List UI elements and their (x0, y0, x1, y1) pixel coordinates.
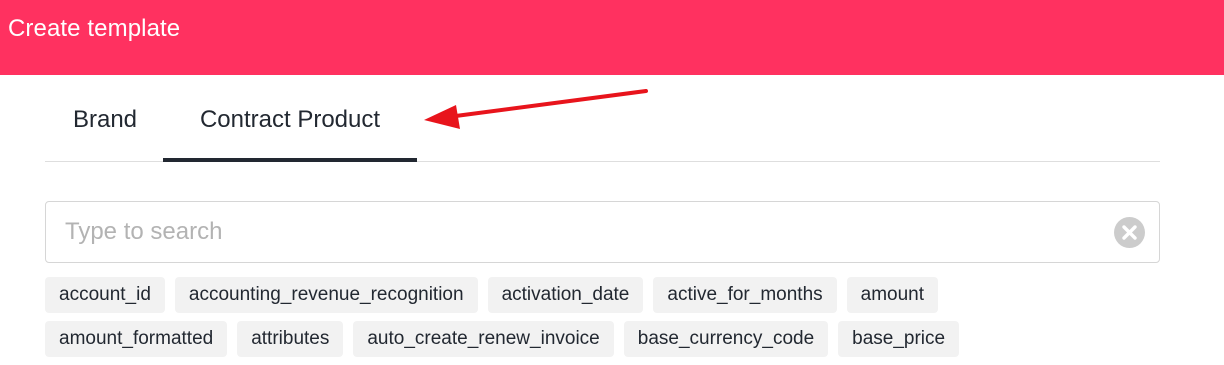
chip-amount[interactable]: amount (846, 277, 939, 313)
header-bar: Create template (0, 0, 1224, 75)
search-box (45, 201, 1160, 263)
chip-base-currency-code[interactable]: base_currency_code (623, 321, 829, 357)
chip-auto-create-renew-invoice[interactable]: auto_create_renew_invoice (353, 321, 614, 357)
chip-activation-date[interactable]: activation_date (487, 277, 644, 313)
chip-accounting-revenue-recognition[interactable]: accounting_revenue_recognition (174, 277, 478, 313)
tab-brand[interactable]: Brand (70, 100, 140, 161)
chip-account-id[interactable]: account_id (45, 277, 165, 313)
clear-circle-icon[interactable] (1114, 217, 1145, 248)
field-chip-list: account_id accounting_revenue_recognitio… (45, 277, 1165, 365)
chip-attributes[interactable]: attributes (237, 321, 344, 357)
tab-contract-product[interactable]: Contract Product (163, 100, 417, 162)
chip-active-for-months[interactable]: active_for_months (653, 277, 837, 313)
chip-row-1: account_id accounting_revenue_recognitio… (45, 277, 1165, 313)
header-title: Create template (8, 15, 181, 42)
chip-row-2: amount_formatted attributes auto_create_… (45, 321, 1165, 357)
annotation-arrow (424, 89, 648, 129)
chip-base-price[interactable]: base_price (838, 321, 960, 357)
chip-amount-formatted[interactable]: amount_formatted (45, 321, 228, 357)
search-input[interactable] (65, 202, 1105, 262)
